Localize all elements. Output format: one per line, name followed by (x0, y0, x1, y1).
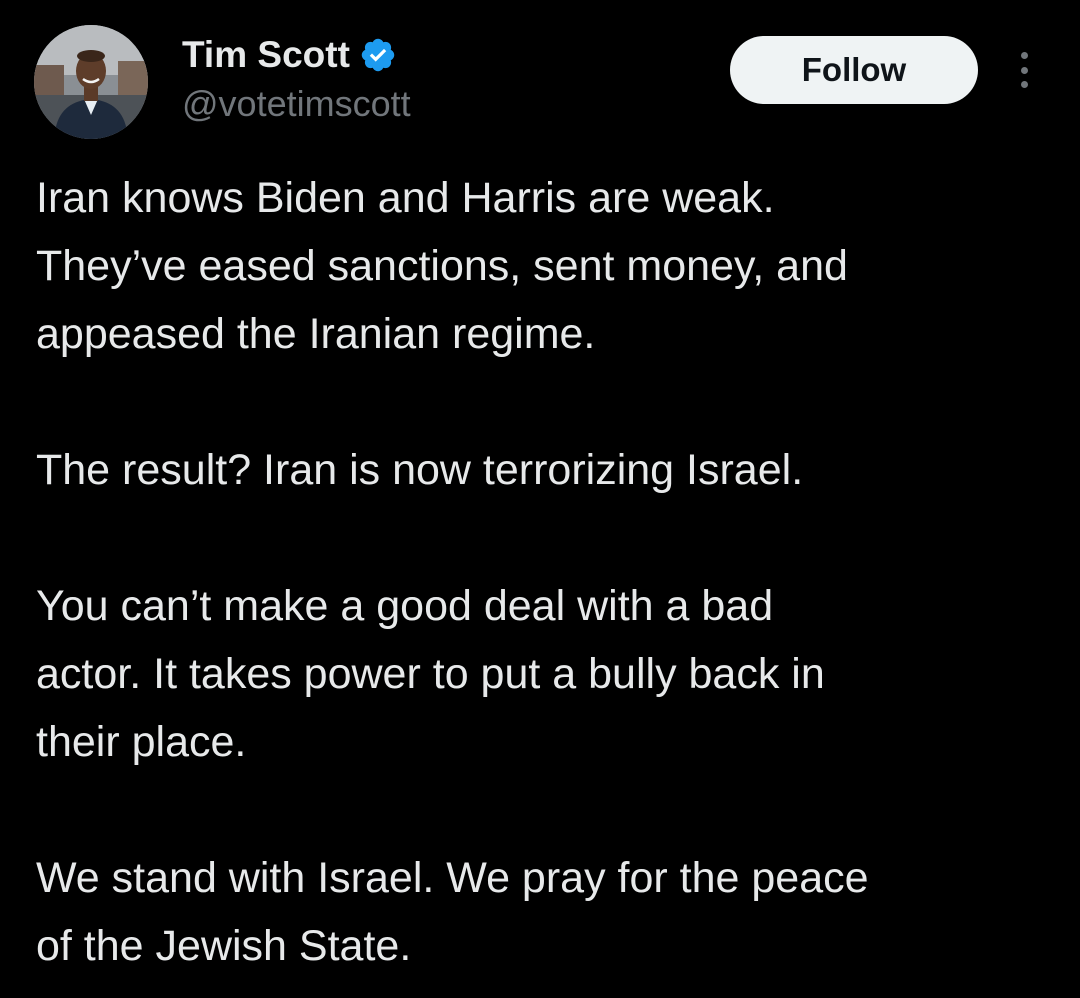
tweet-paragraph: We stand with Israel. We pray for the pe… (36, 844, 1066, 980)
tweet-text-line: The result? Iran is now terrorizing Isra… (36, 446, 804, 494)
verified-badge-icon[interactable] (359, 36, 397, 74)
author-name-row: Tim Scott (182, 30, 397, 80)
tweet-paragraph: Iran knows Biden and Harris are weak. Th… (36, 164, 1066, 368)
tweet-text-line: Iran knows Biden and Harris are weak. (36, 174, 775, 222)
tweet-paragraph: You can’t make a good deal with a bad ac… (36, 572, 1066, 776)
tweet-text: Iran knows Biden and Harris are weak. Th… (36, 164, 1066, 980)
tweet-text-line: of the Jewish State. (36, 922, 412, 970)
more-options-icon (1020, 52, 1028, 88)
author-avatar[interactable] (34, 25, 148, 139)
author-display-name[interactable]: Tim Scott (182, 30, 350, 80)
author-handle[interactable]: @votetimscott (182, 80, 411, 128)
more-options-button[interactable] (1004, 48, 1044, 92)
profile-photo-icon (34, 25, 148, 139)
follow-button[interactable]: Follow (730, 36, 978, 104)
tweet-text-line: their place. (36, 718, 247, 766)
tweet-text-line: appeased the Iranian regime. (36, 310, 596, 358)
tweet-text-line: You can’t make a good deal with a bad (36, 582, 774, 630)
tweet-card: Tim Scott @votetimscott Follow Iran know… (0, 0, 1080, 998)
tweet-text-line: We stand with Israel. We pray for the pe… (36, 854, 869, 902)
tweet-text-line: They’ve eased sanctions, sent money, and (36, 242, 848, 290)
tweet-text-line: actor. It takes power to put a bully bac… (36, 650, 825, 698)
tweet-paragraph: The result? Iran is now terrorizing Isra… (36, 436, 1066, 504)
